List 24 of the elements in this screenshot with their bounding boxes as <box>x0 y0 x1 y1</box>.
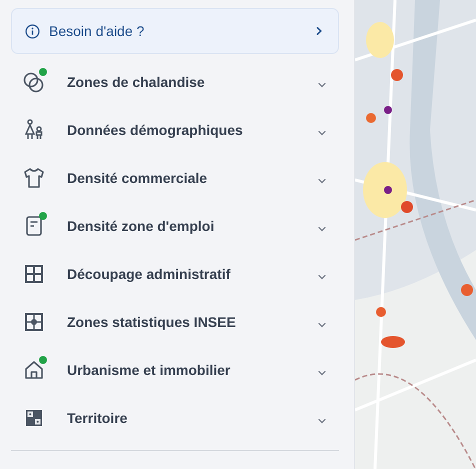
house-icon <box>22 358 46 382</box>
layer-item[interactable]: Territoire <box>11 394 339 442</box>
layer-item[interactable]: Découpage administratif <box>11 250 339 298</box>
chevron-down-icon <box>317 368 327 378</box>
chevron-down-icon <box>317 416 327 426</box>
shirt-icon <box>22 166 46 190</box>
chevron-down-icon <box>317 272 327 282</box>
info-icon <box>25 24 40 38</box>
help-button[interactable]: Besoin d'aide ? <box>11 8 339 54</box>
chevron-down-icon <box>317 176 327 186</box>
chevron-down-icon <box>317 320 327 330</box>
layer-item[interactable]: Urbanisme et immobilier <box>11 346 339 394</box>
chevron-right-icon <box>314 26 324 36</box>
grid-icon <box>22 262 46 286</box>
chevron-down-icon <box>317 224 327 234</box>
layer-item[interactable]: Données démographiques <box>11 106 339 154</box>
layer-item[interactable]: Zones statistiques INSEE <box>11 298 339 346</box>
chevron-down-icon <box>317 128 327 138</box>
overlapping-circles-icon <box>22 70 46 94</box>
layer-item[interactable]: Densité commerciale <box>11 154 339 202</box>
layer-item[interactable]: Densité zone d'emploi <box>11 202 339 250</box>
layer-item[interactable]: Zones de chalandise <box>11 58 339 106</box>
target-grid-icon <box>22 310 46 334</box>
chevron-down-icon <box>317 80 327 90</box>
